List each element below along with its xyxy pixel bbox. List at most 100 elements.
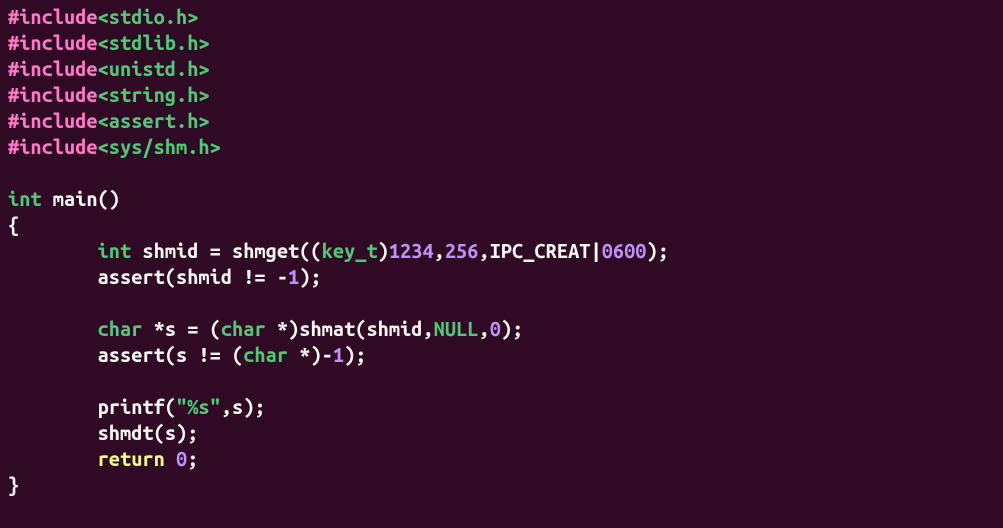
cast-type: key_t	[322, 239, 378, 262]
paren-open: (	[210, 317, 221, 340]
negative: -	[277, 265, 288, 288]
type-keyword: char	[221, 317, 266, 340]
function-call: assert	[98, 265, 165, 288]
brace-open: {	[8, 213, 19, 236]
variable: shmid	[366, 317, 422, 340]
preprocessor-directive: #include	[8, 31, 98, 54]
space	[165, 447, 176, 470]
indent	[8, 317, 98, 340]
brace-close: }	[8, 473, 19, 496]
code-line-2: #include<stdlib.h>	[8, 30, 995, 56]
paren-end: );	[176, 421, 198, 444]
not-equal: !=	[198, 343, 232, 366]
indent	[8, 265, 98, 288]
function-call: shmget	[232, 239, 299, 262]
code-line-10: int shmid = shmget((key_t)1234,256,IPC_C…	[8, 238, 995, 264]
indent	[8, 395, 98, 418]
variable: s	[165, 421, 176, 444]
paren-end: );	[647, 239, 669, 262]
number-literal: 1	[333, 343, 344, 366]
semicolon: ;	[187, 447, 198, 470]
variable: shmid	[176, 265, 243, 288]
paren-open: ((	[299, 239, 321, 262]
code-line-16: printf("%s",s);	[8, 394, 995, 420]
type-keyword: int	[98, 239, 132, 262]
equals: =	[210, 239, 232, 262]
paren-end: );	[243, 395, 265, 418]
paren-end: );	[501, 317, 523, 340]
number-literal: 1	[288, 265, 299, 288]
number-literal: 0	[490, 317, 501, 340]
constant: IPC_CREAT	[490, 239, 591, 262]
code-line-1: #include<stdio.h>	[8, 4, 995, 30]
blank-line	[8, 160, 995, 186]
indent	[8, 239, 98, 262]
paren-end: );	[299, 265, 321, 288]
include-path: <assert.h>	[98, 109, 210, 132]
equals: =	[187, 317, 209, 340]
number-literal: 256	[445, 239, 479, 262]
paren-open: (	[355, 317, 366, 340]
code-line-8: int main()	[8, 186, 995, 212]
include-path: <string.h>	[98, 83, 210, 106]
preprocessor-directive: #include	[8, 57, 98, 80]
function-call: shmat	[299, 317, 355, 340]
pipe-operator: |	[590, 239, 601, 262]
indent	[8, 447, 98, 470]
paren-end: );	[344, 343, 366, 366]
code-line-18: return 0;	[8, 446, 995, 472]
include-path: <stdlib.h>	[98, 31, 210, 54]
paren-open: (	[154, 421, 165, 444]
code-line-9: {	[8, 212, 995, 238]
function-call: shmdt	[98, 421, 154, 444]
code-editor: #include<stdio.h> #include<stdlib.h> #in…	[8, 4, 995, 498]
include-path: <unistd.h>	[98, 57, 210, 80]
indent	[8, 343, 98, 366]
comma: ,	[434, 239, 445, 262]
include-path: <stdio.h>	[98, 5, 199, 28]
preprocessor-directive: #include	[8, 5, 98, 28]
number-literal: 0600	[602, 239, 647, 262]
code-line-13: char *s = (char *)shmat(shmid,NULL,0);	[8, 316, 995, 342]
paren-open: (	[165, 395, 176, 418]
null-constant: NULL	[434, 317, 479, 340]
type-keyword: char	[243, 343, 288, 366]
not-equal: !=	[243, 265, 277, 288]
comma: ,	[478, 317, 489, 340]
string-literal: "%s"	[176, 395, 221, 418]
star-close: *)	[288, 343, 322, 366]
paren-open: (	[165, 265, 176, 288]
paren-open: (	[165, 343, 176, 366]
preprocessor-directive: #include	[8, 83, 98, 106]
comma: ,	[221, 395, 232, 418]
parentheses: ()	[98, 187, 120, 210]
preprocessor-directive: #include	[8, 135, 98, 158]
code-line-17: shmdt(s);	[8, 420, 995, 446]
return-keyword: return	[98, 447, 165, 470]
function-call: printf	[98, 395, 165, 418]
include-path: <sys/shm.h>	[98, 135, 221, 158]
blank-line	[8, 290, 995, 316]
comma: ,	[478, 239, 489, 262]
code-line-6: #include<sys/shm.h>	[8, 134, 995, 160]
number-literal: 1234	[389, 239, 434, 262]
code-line-11: assert(shmid != -1);	[8, 264, 995, 290]
pointer-var: *s	[142, 317, 187, 340]
paren-cast-open: (	[232, 343, 243, 366]
paren-close: )	[378, 239, 389, 262]
star-close: *)	[266, 317, 300, 340]
comma: ,	[422, 317, 433, 340]
negative: -	[322, 343, 333, 366]
type-keyword: char	[98, 317, 143, 340]
code-line-19: }	[8, 472, 995, 498]
indent	[8, 421, 98, 444]
preprocessor-directive: #include	[8, 109, 98, 132]
code-line-4: #include<string.h>	[8, 82, 995, 108]
type-keyword: int	[8, 187, 42, 210]
variable: s	[176, 343, 198, 366]
code-line-3: #include<unistd.h>	[8, 56, 995, 82]
function-call: assert	[98, 343, 165, 366]
code-line-5: #include<assert.h>	[8, 108, 995, 134]
code-line-14: assert(s != (char *)-1);	[8, 342, 995, 368]
number-literal: 0	[176, 447, 187, 470]
